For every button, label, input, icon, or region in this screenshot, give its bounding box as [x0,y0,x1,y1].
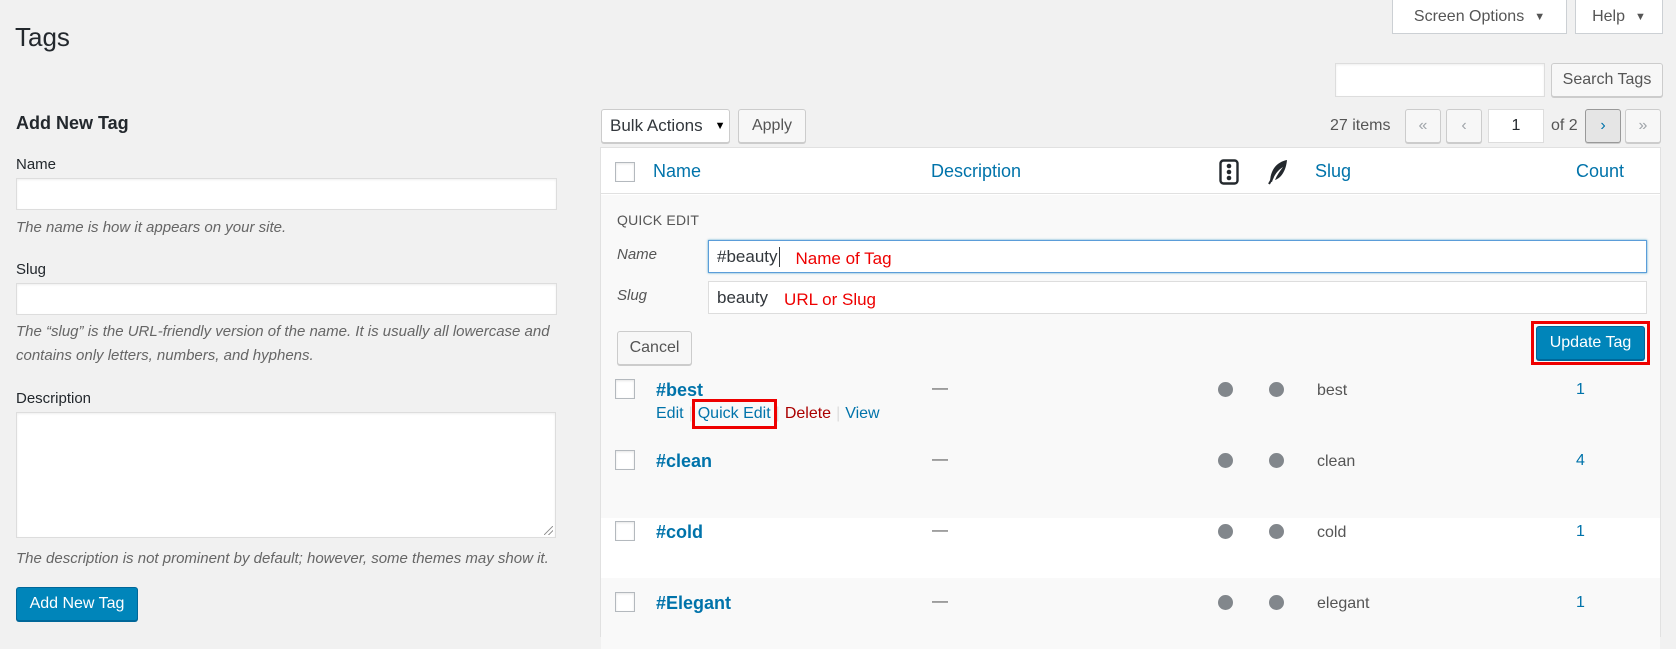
update-tag-button[interactable]: Update Tag [1536,326,1645,360]
tag-count-link[interactable]: 4 [1576,452,1585,470]
triangle-down-icon: ▼ [1635,10,1646,23]
slug-help: The “slug” is the URL-friendly version o… [16,323,550,364]
description-field[interactable] [16,412,556,538]
quick-edit-slug-input[interactable]: beauty URL or Slug [708,281,1647,314]
slug-annotation: URL or Slug [784,290,877,309]
search-input[interactable] [1335,63,1545,97]
name-field[interactable] [16,178,557,210]
status-dot-icon [1269,453,1284,468]
table-row: #clean — clean 4 [601,436,1660,507]
help-label: Help [1592,7,1625,25]
name-help: The name is how it appears on your site. [16,219,287,236]
screen-options-button[interactable]: Screen Options ▼ [1392,0,1567,34]
next-page-button[interactable]: › [1585,109,1621,143]
row-checkbox[interactable] [615,592,635,612]
description-label: Description [16,390,92,407]
tag-name-link[interactable]: #Elegant [656,593,731,614]
cancel-button[interactable]: Cancel [617,331,692,365]
quick-edit-title: QUICK EDIT [617,212,700,228]
column-name[interactable]: Name [653,161,701,182]
triangle-down-icon: ▼ [714,120,726,132]
page-title: Tags [15,22,70,52]
column-count[interactable]: Count [1576,161,1624,182]
comments-icon [1219,159,1239,189]
quick-edit-name-label: Name [617,246,658,263]
table-row: #Elegant — elegant 1 [601,578,1660,649]
table-row: #cold — cold 1 [601,507,1660,578]
status-dot-icon [1269,595,1284,610]
status-dot-icon [1218,524,1233,539]
row-actions: Edit | Quick Edit | Delete | View [656,399,880,429]
help-button[interactable]: Help ▼ [1575,0,1663,34]
row-checkbox[interactable] [615,521,635,541]
column-slug[interactable]: Slug [1315,161,1351,182]
name-label: Name [16,156,57,173]
table-header: Name Description Slug Count [601,148,1660,194]
bulk-actions-select[interactable]: Bulk Actions ▼ [601,109,730,143]
view-link[interactable]: View [845,405,879,423]
status-dot-icon [1218,453,1233,468]
first-page-button[interactable]: « [1405,109,1441,143]
tag-description: — [932,522,948,539]
status-dot-icon [1218,382,1233,397]
delete-link[interactable]: Delete [785,405,831,423]
tag-slug: cold [1317,524,1347,541]
slug-field[interactable] [16,283,557,315]
tag-name-link[interactable]: #clean [656,451,712,472]
tag-description: — [932,451,948,468]
row-checkbox[interactable] [615,379,635,399]
quick-edit-link[interactable]: Quick Edit [691,399,777,429]
slug-label: Slug [16,261,47,278]
tag-slug: best [1317,382,1348,399]
triangle-down-icon: ▼ [1534,10,1546,23]
status-dot-icon [1269,382,1284,397]
apply-button[interactable]: Apply [738,109,806,143]
column-description[interactable]: Description [931,161,1021,182]
feather-icon [1267,159,1289,189]
bulk-actions-value: Bulk Actions [610,116,703,135]
quick-edit-name-input[interactable]: #beauty Name of Tag [708,240,1647,273]
separator: | [688,405,693,422]
tag-count-link[interactable]: 1 [1576,523,1585,541]
last-page-button[interactable]: » [1625,109,1661,143]
separator: | [836,405,841,422]
text-caret [778,246,780,267]
current-page-input[interactable]: 1 [1488,109,1544,143]
prev-page-button[interactable]: ‹ [1446,109,1482,143]
separator: | [775,405,780,422]
items-count: 27 items [1330,117,1391,134]
add-new-tag-button[interactable]: Add New Tag [16,587,138,621]
table-row: #best — best 1 Edit | Quick Edit | Delet… [601,365,1660,436]
quick-edit-slug-label: Slug [617,287,648,304]
name-annotation: Name of Tag [795,249,892,268]
edit-link[interactable]: Edit [656,405,684,423]
description-help: The description is not prominent by defa… [16,550,549,567]
screen-options-label: Screen Options [1413,7,1525,25]
tag-description: — [932,593,948,610]
tag-count-link[interactable]: 1 [1576,381,1585,399]
row-checkbox[interactable] [615,450,635,470]
tag-slug: elegant [1317,595,1370,612]
quick-edit-name-value: #beauty [717,246,778,266]
quick-edit-slug-value: beauty [717,287,769,307]
tag-slug: clean [1317,453,1356,470]
status-dot-icon [1218,595,1233,610]
status-dot-icon [1269,524,1284,539]
resize-handle-icon[interactable] [544,526,553,535]
tag-name-link[interactable]: #best [656,380,703,401]
tag-name-link[interactable]: #cold [656,522,703,543]
tag-description: — [932,380,948,397]
search-tags-button[interactable]: Search Tags [1551,63,1663,97]
tags-table: Name Description Slug Count QUICK EDIT N… [600,147,1661,649]
tag-count-link[interactable]: 1 [1576,594,1585,612]
add-new-tag-heading: Add New Tag [16,113,129,133]
total-pages: of 2 [1551,117,1578,134]
select-all-checkbox[interactable] [615,162,635,182]
